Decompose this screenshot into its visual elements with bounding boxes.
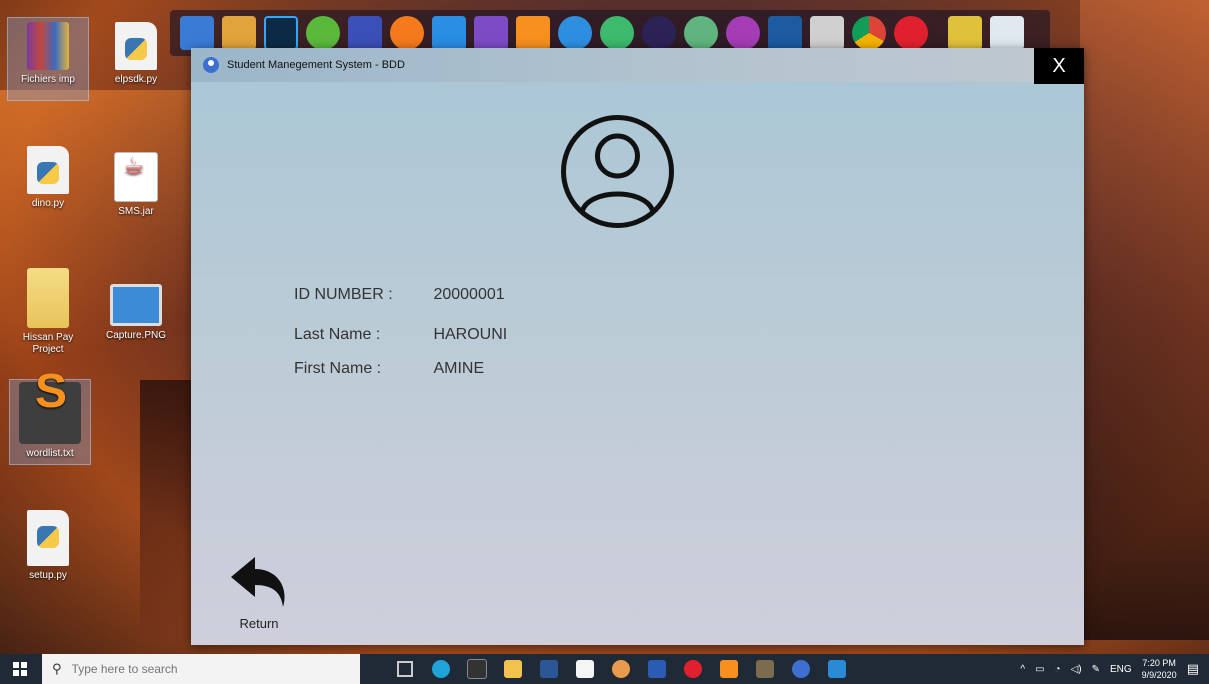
battery-icon[interactable]: ▭	[1035, 664, 1044, 675]
clock-date: 9/9/2020	[1141, 670, 1177, 680]
pen-icon[interactable]: ✎	[1092, 664, 1100, 675]
wifi-icon[interactable]: ◔	[1055, 664, 1061, 675]
id-number-label: ID NUMBER :	[294, 286, 393, 303]
lightning-app-icon[interactable]	[558, 16, 592, 50]
virtualbox-icon[interactable]	[768, 16, 802, 50]
desktop-icon-label: setup.py	[29, 570, 67, 581]
opera-icon[interactable]	[894, 16, 928, 50]
desktop-icon-label: elpsdk.py	[114, 74, 158, 85]
tools-app-icon[interactable]	[810, 16, 844, 50]
paint-icon[interactable]	[606, 654, 636, 684]
id-number-row: ID NUMBER : 20000001	[294, 286, 505, 304]
clock-time: 7:20 PM	[1142, 658, 1176, 668]
volume-icon[interactable]: ◁)	[1071, 664, 1082, 675]
game-app-icon[interactable]	[750, 654, 780, 684]
java-file-icon	[114, 152, 158, 202]
hammer-app-icon[interactable]	[948, 16, 982, 50]
photoshop-icon[interactable]	[264, 16, 298, 50]
download-app-icon[interactable]	[222, 16, 256, 50]
desktop-icon-setup[interactable]: setup.py	[8, 510, 88, 582]
taskbar: ⚲ ^ ▭ ◔ ◁) ✎ ENG 7:20 PM 9/9/2020 ▤	[0, 654, 1209, 684]
opera-taskbar-icon[interactable]	[678, 654, 708, 684]
python-file-icon	[27, 146, 69, 194]
desktop-icon-capture-png[interactable]: Capture.PNG	[96, 272, 176, 342]
user-circle-icon	[561, 115, 674, 228]
photos-icon[interactable]	[822, 654, 852, 684]
chevron-up-icon[interactable]: ^	[1020, 664, 1025, 675]
desktop-icon-sms-jar[interactable]: SMS.jar	[96, 152, 176, 218]
sublime-taskbar-icon[interactable]	[714, 654, 744, 684]
close-button[interactable]: X	[1034, 48, 1084, 84]
desktop-icon-elpsdk[interactable]: elpsdk.py	[96, 22, 176, 86]
terminal-icon[interactable]	[462, 654, 492, 684]
folder-icon	[27, 268, 69, 328]
vscode-icon[interactable]	[432, 16, 466, 50]
rar-archive-icon	[27, 22, 69, 70]
app-window: Student Manegement System - BDD X ID NUM…	[191, 48, 1084, 645]
music-app-icon[interactable]	[726, 16, 760, 50]
store-icon[interactable]	[570, 654, 600, 684]
desktop-icon-label: SMS.jar	[118, 206, 154, 217]
utorrent-icon[interactable]	[306, 16, 340, 50]
language-indicator[interactable]: ENG	[1110, 664, 1132, 675]
last-name-label: Last Name :	[294, 326, 381, 343]
clock[interactable]: 7:20 PM 9/9/2020	[1142, 657, 1177, 681]
start-button[interactable]	[0, 654, 40, 684]
last-name-value: HAROUNI	[433, 326, 508, 343]
return-arrow-icon	[231, 557, 285, 607]
sublime-text-icon	[19, 382, 81, 444]
return-button[interactable]: Return	[229, 553, 289, 633]
desktop-icon-label: Fichiers imp	[21, 74, 75, 85]
desktop-icon-label: Hissan Pay Project	[22, 332, 74, 355]
recycle-bin-icon[interactable]	[990, 16, 1024, 50]
search-input[interactable]	[69, 661, 334, 677]
task-view-icon[interactable]	[390, 654, 420, 684]
word-icon[interactable]	[534, 654, 564, 684]
window-titlebar[interactable]: Student Manegement System - BDD	[191, 48, 1084, 82]
chrome-icon[interactable]	[852, 16, 886, 50]
user-app-icon	[203, 57, 219, 73]
image-file-icon	[110, 284, 162, 326]
search-icon: ⚲	[52, 661, 62, 676]
first-name-label: First Name :	[294, 360, 382, 377]
android-studio-icon[interactable]	[600, 16, 634, 50]
atom-icon[interactable]	[684, 16, 718, 50]
desktop-icon-fichiers-imp[interactable]: Fichiers imp	[7, 17, 89, 101]
sms-app-taskbar-icon[interactable]	[786, 654, 816, 684]
id-number-value: 20000001	[433, 286, 505, 303]
desktop-icon-dino[interactable]: dino.py	[8, 146, 88, 210]
monitor-app-icon[interactable]	[180, 16, 214, 50]
python-file-icon	[27, 510, 69, 566]
edge-icon[interactable]	[426, 654, 456, 684]
desktop-icon-wordlist[interactable]: wordlist.txt	[9, 379, 91, 465]
first-name-value: AMINE	[433, 360, 485, 377]
desktop-icon-hissan-pay[interactable]: Hissan Pay Project	[8, 268, 88, 356]
return-label: Return	[239, 616, 279, 631]
desktop-icon-label: Capture.PNG	[105, 330, 167, 341]
first-name-row: First Name : AMINE	[294, 360, 484, 378]
taskbar-search[interactable]: ⚲	[42, 654, 360, 684]
file-explorer-icon[interactable]	[498, 654, 528, 684]
devcpp-icon[interactable]	[348, 16, 382, 50]
orange-app-icon[interactable]	[390, 16, 424, 50]
powershell-icon[interactable]	[642, 654, 672, 684]
notifications-icon[interactable]: ▤	[1187, 661, 1199, 677]
last-name-row: Last Name : HAROUNI	[294, 326, 507, 344]
eclipse-icon[interactable]	[642, 16, 676, 50]
sublime-icon[interactable]	[516, 16, 550, 50]
visual-studio-icon[interactable]	[474, 16, 508, 50]
python-file-icon	[115, 22, 157, 70]
windows-logo-icon	[13, 662, 27, 676]
system-tray: ^ ▭ ◔ ◁) ✎ ENG 7:20 PM 9/9/2020 ▤	[1020, 654, 1209, 684]
desktop-icon-label: dino.py	[31, 198, 65, 209]
window-title: Student Manegement System - BDD	[227, 59, 405, 71]
desktop-icon-label: wordlist.txt	[26, 448, 74, 459]
